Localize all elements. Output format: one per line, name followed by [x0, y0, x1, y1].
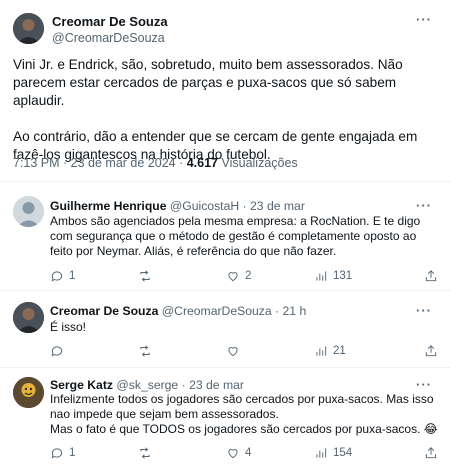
reply-header: Serge Katz @sk_serge · 23 de mar: [50, 378, 244, 392]
share-button[interactable]: [424, 446, 438, 460]
share-icon: [425, 447, 437, 459]
reply-button[interactable]: [50, 344, 69, 358]
author-name[interactable]: Creomar De Souza: [52, 14, 168, 29]
reply-button[interactable]: 1: [50, 446, 75, 460]
reply-text-line: Infelizmente todos os jogadores são cerc…: [50, 392, 434, 421]
reply-author-handle[interactable]: @sk_serge: [116, 378, 178, 392]
more-icon[interactable]: ···: [416, 12, 432, 27]
views-button[interactable]: 131: [314, 269, 352, 283]
reply-text: Ambos são agenciados pela mesma empresa:…: [50, 214, 421, 258]
views-label: Visualizações: [218, 156, 298, 170]
avatar[interactable]: [13, 302, 44, 333]
action-bar: 1 4 154: [50, 446, 440, 462]
reply-author-handle[interactable]: @GuicostaH: [170, 199, 239, 213]
views-icon: [316, 448, 327, 458]
action-bar: 1 2 131: [50, 269, 440, 285]
views-count: 131: [333, 270, 353, 282]
more-icon[interactable]: ···: [416, 198, 432, 213]
like-button[interactable]: 4: [226, 446, 251, 460]
tweet-paragraph: Vini Jr. e Endrick, são, sobretudo, muit…: [13, 57, 403, 108]
reply-author-name[interactable]: Creomar De Souza: [50, 304, 158, 318]
reply-time[interactable]: 23 de mar: [250, 199, 305, 213]
reply-tweet[interactable]: Serge Katz @sk_serge · 23 de mar ··· Inf…: [0, 368, 450, 473]
views-count: 4.617: [186, 156, 218, 170]
reply-author-name[interactable]: Serge Katz: [50, 378, 113, 392]
retweet-icon: [140, 447, 150, 459]
views-button[interactable]: 154: [314, 446, 352, 460]
like-button[interactable]: [226, 344, 245, 358]
reply-text-line: Mas o fato é que TODOS os jogadores são …: [50, 422, 438, 436]
like-icon: [228, 449, 238, 459]
like-icon: [228, 347, 238, 357]
reply-tweet[interactable]: Guilherme Henrique @GuicostaH · 23 de ma…: [0, 182, 450, 290]
main-tweet: Creomar De Souza @CreomarDeSouza ··· Vin…: [0, 0, 450, 180]
views-count: 154: [333, 447, 353, 459]
avatar[interactable]: [13, 377, 44, 408]
share-button[interactable]: [424, 344, 438, 358]
reply-time[interactable]: 21 h: [283, 304, 307, 318]
views-icon: [316, 271, 327, 281]
retweet-button[interactable]: [138, 344, 157, 358]
reply-tweet[interactable]: Creomar De Souza @CreomarDeSouza · 21 h …: [0, 291, 450, 367]
reply-icon: [51, 448, 63, 459]
share-icon: [425, 270, 437, 282]
more-icon[interactable]: ···: [416, 377, 432, 392]
like-button[interactable]: 2: [226, 269, 251, 283]
reply-author-name[interactable]: Guilherme Henrique: [50, 199, 166, 213]
reply-text: Infelizmente todos os jogadores são cerc…: [50, 392, 442, 437]
like-count: 2: [245, 270, 252, 282]
share-button[interactable]: [424, 269, 438, 283]
separator: ·: [178, 378, 190, 392]
more-icon[interactable]: ···: [416, 303, 432, 318]
reply-author-handle[interactable]: @CreomarDeSouza: [162, 304, 272, 318]
reply-time[interactable]: 23 de mar: [189, 378, 244, 392]
like-count: 4: [245, 447, 252, 459]
retweet-button[interactable]: [138, 269, 157, 283]
reply-header: Guilherme Henrique @GuicostaH · 23 de ma…: [50, 199, 305, 213]
reply-icon: [51, 271, 63, 282]
timestamp[interactable]: 7:13 PM · 23 de mar de 2024 ·: [13, 156, 187, 170]
views-icon: [316, 346, 327, 356]
reply-button[interactable]: 1: [50, 269, 75, 283]
reply-count: 1: [69, 447, 76, 459]
views-button[interactable]: 21: [314, 344, 346, 358]
avatar[interactable]: [13, 196, 44, 227]
author-handle[interactable]: @CreomarDeSouza: [52, 31, 165, 45]
like-icon: [228, 272, 238, 282]
separator: ·: [271, 304, 283, 318]
tweet-meta: 7:13 PM · 23 de mar de 2024 · 4.617 Visu…: [13, 156, 298, 170]
retweet-icon: [140, 345, 150, 357]
views-count: 21: [333, 345, 346, 357]
action-bar: 21: [50, 344, 440, 360]
reply-icon: [51, 346, 63, 357]
reply-text: É isso!: [50, 320, 87, 334]
retweet-icon: [140, 270, 150, 282]
reply-count: 1: [69, 270, 76, 282]
reply-header: Creomar De Souza @CreomarDeSouza · 21 h: [50, 304, 306, 318]
avatar[interactable]: [13, 13, 44, 44]
retweet-button[interactable]: [138, 446, 157, 460]
share-icon: [425, 345, 437, 357]
separator: ·: [239, 199, 250, 213]
